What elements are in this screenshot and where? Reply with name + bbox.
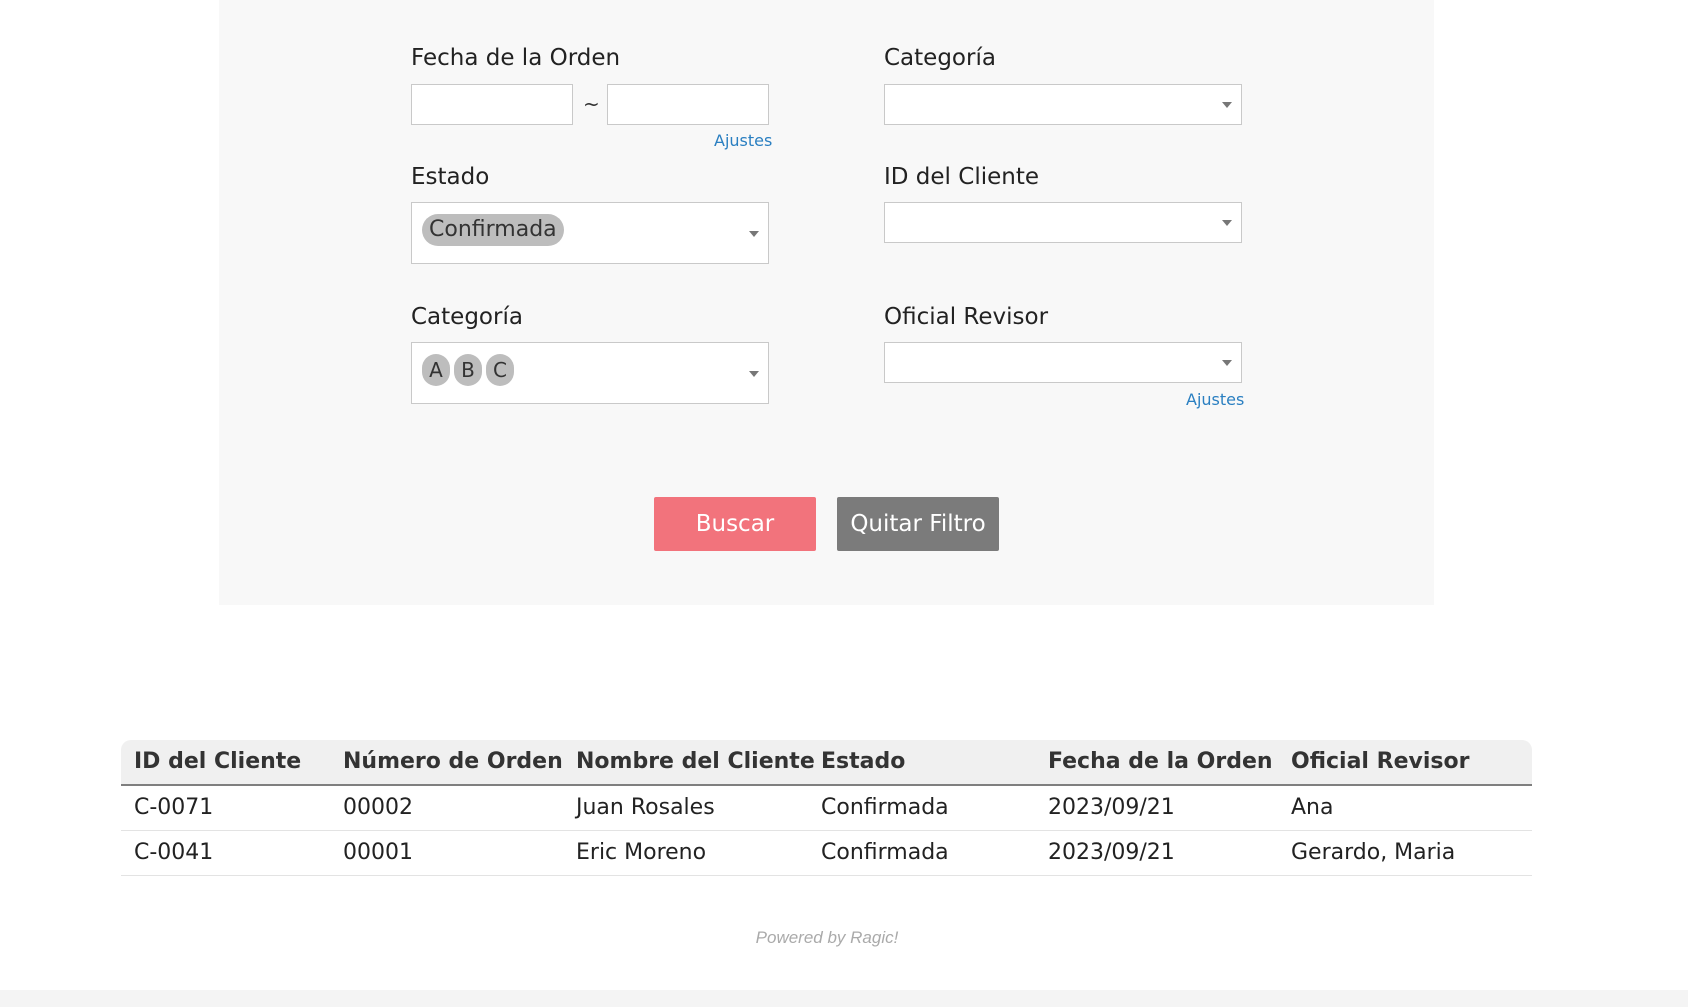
status-tag[interactable]: Confirmada [422,214,564,246]
table-cell: 00002 [343,795,413,820]
table-cell: 00001 [343,840,413,865]
table-header: ID del Cliente Número de Orden Nombre de… [121,740,1532,786]
table-cell: C-0071 [134,795,214,820]
category-top-label: Categoría [884,45,996,71]
results-table: ID del Cliente Número de Orden Nombre de… [121,740,1532,876]
chevron-down-icon [749,231,759,237]
table-row[interactable]: C-0071 00002 Juan Rosales Confirmada 202… [121,786,1532,831]
chevron-down-icon [1222,360,1232,366]
category-tag-b[interactable]: B [454,354,482,386]
search-button[interactable]: Buscar [654,497,816,551]
table-cell: Gerardo, Maria [1291,840,1456,865]
status-select[interactable]: Confirmada [411,202,769,264]
chevron-down-icon [749,371,759,377]
table-cell: C-0041 [134,840,214,865]
column-header[interactable]: Oficial Revisor [1291,740,1469,784]
order-date-label: Fecha de la Orden [411,45,621,71]
chevron-down-icon [1222,220,1232,226]
status-label: Estado [411,164,490,190]
bottom-bar [0,990,1688,1007]
table-cell: Confirmada [821,795,949,820]
table-cell: Juan Rosales [576,795,715,820]
order-date-to-input[interactable] [607,84,769,125]
customer-id-select[interactable] [884,202,1242,243]
table-cell: Ana [1291,795,1334,820]
column-header[interactable]: Número de Orden [343,740,563,784]
category-label: Categoría [411,304,523,330]
table-cell: Confirmada [821,840,949,865]
column-header[interactable]: ID del Cliente [134,740,301,784]
filter-panel: Fecha de la Orden ~ Ajustes Categoría Es… [219,0,1434,605]
reviewer-select[interactable] [884,342,1242,383]
category-tag-c[interactable]: C [486,354,514,386]
powered-by-text[interactable]: Powered by Ragic! [0,928,1654,948]
category-select[interactable]: A B C [411,342,769,404]
order-date-from-input[interactable] [411,84,573,125]
column-header[interactable]: Nombre del Cliente [576,740,815,784]
column-header[interactable]: Fecha de la Orden [1048,740,1273,784]
table-cell: 2023/09/21 [1048,840,1175,865]
order-date-settings-link[interactable]: Ajustes [714,131,772,150]
category-top-select[interactable] [884,84,1242,125]
table-cell: Eric Moreno [576,840,707,865]
table-row[interactable]: C-0041 00001 Eric Moreno Confirmada 2023… [121,831,1532,876]
date-range-separator: ~ [583,92,600,116]
table-cell: 2023/09/21 [1048,795,1175,820]
customer-id-label: ID del Cliente [884,164,1039,190]
category-tag-a[interactable]: A [422,354,450,386]
reviewer-settings-link[interactable]: Ajustes [1186,390,1244,409]
chevron-down-icon [1222,102,1232,108]
column-header[interactable]: Estado [821,740,905,784]
clear-filter-button[interactable]: Quitar Filtro [837,497,999,551]
reviewer-label: Oficial Revisor [884,304,1049,330]
